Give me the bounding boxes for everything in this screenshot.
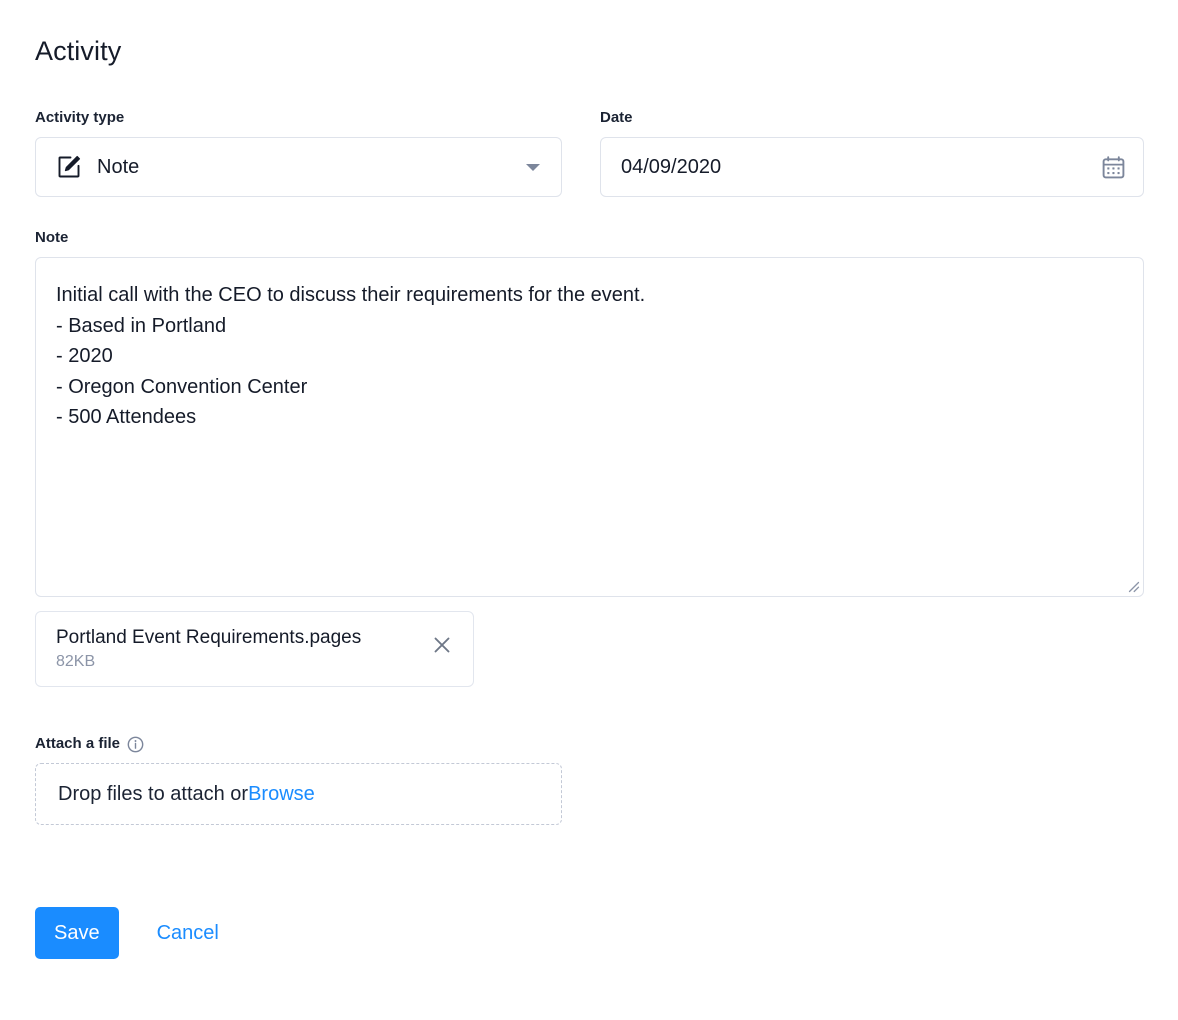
attached-file-size: 82KB [56,652,96,670]
note-label: Note [35,229,1144,247]
page-title: Activity [35,36,122,66]
attached-file-name: Portland Event Requirements.pages [56,626,362,648]
dropzone-text: Drop files to attach or [58,783,249,805]
type-and-date-row: Activity type Note Date 04/09/2020 [35,109,1144,197]
cancel-button[interactable]: Cancel [157,921,219,945]
browse-link[interactable]: Browse [248,782,315,806]
date-input[interactable]: 04/09/2020 [621,155,1101,179]
activity-type-field: Activity type Note [35,109,562,197]
attach-file-label-text: Attach a file [35,735,121,752]
note-textarea[interactable] [35,257,1144,597]
note-label-text: Note [35,229,69,246]
chevron-down-icon[interactable] [526,163,540,171]
note-textarea-wrapper [35,257,1144,597]
attached-file-meta: Portland Event Requirements.pages 82KB [56,626,421,673]
compose-note-icon [56,154,82,180]
form-actions: Save Cancel [35,907,1144,959]
date-input-wrapper[interactable]: 04/09/2020 [600,137,1144,197]
date-label-text: Date [600,109,633,126]
attach-file-label: Attach a file [35,735,1144,753]
activity-type-select[interactable]: Note [35,137,562,197]
save-button[interactable]: Save [35,907,119,959]
date-label: Date [600,109,1144,127]
note-field: Note [35,229,1144,597]
activity-form: Activity Activity type Note Date 04/09/2… [0,0,1178,1020]
attach-file-field: Attach a file Drop files to attach or Br… [35,735,1144,825]
remove-attachment-button[interactable] [429,633,455,659]
date-field: Date 04/09/2020 [600,109,1144,197]
activity-type-label-text: Activity type [35,109,125,126]
file-dropzone[interactable]: Drop files to attach or Browse [35,763,562,825]
attached-file-item: Portland Event Requirements.pages 82KB [35,611,474,687]
activity-type-value: Note [97,156,140,178]
close-icon [431,634,453,659]
calendar-icon[interactable] [1101,155,1126,180]
activity-type-label: Activity type [35,109,562,127]
info-icon[interactable] [127,736,144,753]
